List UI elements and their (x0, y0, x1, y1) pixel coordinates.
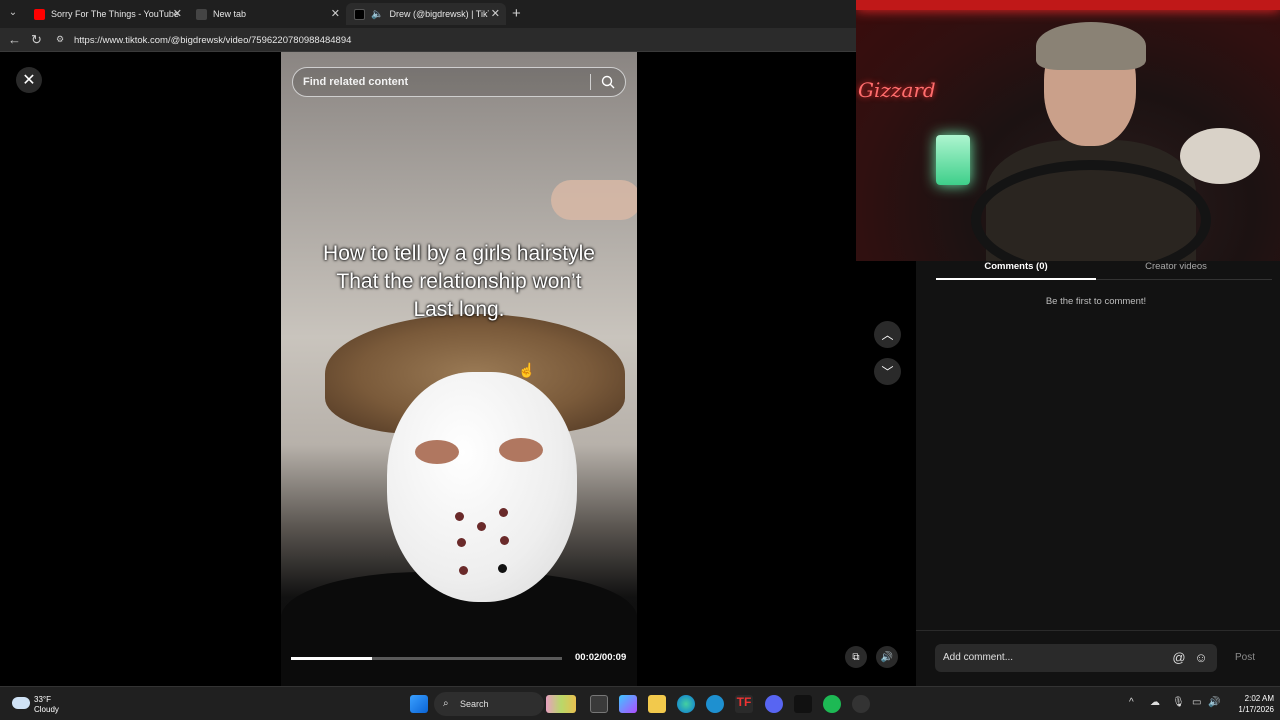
search-highlight-icon (546, 695, 576, 713)
spotify-icon[interactable] (823, 695, 841, 713)
video-timestamp: 00:02/00:09 (575, 652, 627, 663)
webcam-person-cap (1036, 22, 1146, 70)
mask-eye (499, 438, 543, 462)
comment-input[interactable]: Add comment... @ ☺ (935, 644, 1217, 672)
copilot-icon[interactable] (619, 695, 637, 713)
video-progress-fill (291, 657, 373, 660)
cloud-icon[interactable] (12, 697, 30, 709)
chevron-down-icon[interactable]: ﹀ (874, 358, 901, 385)
edge-icon[interactable] (677, 695, 695, 713)
close-icon[interactable]: ✕ (16, 67, 42, 93)
caption-line: That the relationship won’t (336, 270, 582, 293)
mask-hole (477, 522, 486, 531)
empty-comments-message: Be the first to comment! (1045, 296, 1147, 307)
tab-new-tab[interactable]: New tab ✕ (188, 3, 346, 25)
caption-line: How to tell by a girls hairstyle (323, 242, 595, 265)
video-caption: How to tell by a girls hairstyle That th… (291, 240, 627, 324)
terminal-icon[interactable] (794, 695, 812, 713)
weather-widget[interactable]: 33°F Cloudy (34, 695, 59, 715)
file-explorer-icon[interactable] (648, 695, 666, 713)
webcam-overlay: Gizzard (856, 0, 1280, 261)
tiktok-icon (354, 8, 365, 20)
search-divider (590, 74, 591, 90)
video-player[interactable]: Find related content How to tell by a gi… (281, 52, 637, 686)
mask-hole (457, 538, 466, 547)
tab-list-chevron-icon[interactable]: ⌄ (6, 7, 20, 21)
mention-icon[interactable]: @ (1171, 650, 1187, 666)
reload-icon[interactable]: ↻ (31, 32, 42, 48)
video-progress-bar[interactable] (291, 657, 562, 660)
network-icon[interactable]: ▭ (1192, 697, 1201, 708)
task-view-icon[interactable] (590, 695, 608, 713)
close-tab-icon[interactable]: ✕ (173, 7, 182, 20)
mask-hole (455, 512, 464, 521)
close-tab-icon[interactable]: ✕ (331, 7, 340, 20)
mask-eye (415, 440, 459, 464)
chevron-up-icon[interactable]: ^ (1129, 697, 1134, 708)
tiktok-player-page: ✕ Find related content How to tell by a … (0, 52, 916, 686)
search-icon: ⌕ (443, 698, 449, 709)
tf-app-icon[interactable]: TF (735, 695, 753, 713)
video-hand (551, 180, 637, 220)
app-icon[interactable] (706, 695, 724, 713)
tab-tiktok[interactable]: 🔈 Drew (@bigdrewsk) | TikT ✕ (346, 3, 506, 25)
mouse-cursor-icon: ☝ (518, 362, 536, 378)
chevron-up-icon[interactable]: ︿ (874, 321, 901, 348)
comments-tabs: Comments (0) Creator videos (936, 258, 1272, 280)
mask-hole (498, 564, 507, 573)
tab-creator-videos[interactable]: Creator videos (1096, 261, 1256, 272)
speaker-icon[interactable]: 🔊 (1208, 697, 1220, 708)
mask-hole (499, 508, 508, 517)
taskbar-search[interactable]: ⌕ Search (434, 692, 576, 716)
back-arrow-icon[interactable]: ← (8, 32, 21, 47)
tab-youtube[interactable]: Sorry For The Things - YouTube ✕ (26, 3, 188, 25)
volume-icon[interactable]: 🔊 (876, 646, 898, 668)
video-hockey-mask (387, 372, 577, 602)
onedrive-icon[interactable]: ☁ (1150, 697, 1160, 708)
webcam-green-lamp (936, 135, 970, 185)
webcam-football (1180, 128, 1260, 184)
windows-taskbar: 33°F Cloudy ⌕ Search TF ^ ☁ 🎙 ▭ 🔊 2:02 A… (0, 686, 1280, 720)
caption-line: Last long. (413, 298, 505, 321)
close-tab-icon[interactable]: ✕ (491, 7, 500, 20)
site-info-icon[interactable]: ⚙ (56, 34, 68, 46)
comment-composer: Add comment... @ ☺ Post (916, 630, 1280, 686)
search-icon[interactable] (601, 75, 615, 89)
new-tab-favicon-icon (196, 8, 207, 20)
mask-hole (500, 536, 509, 545)
system-clock[interactable]: 2:02 AM 1/17/2026 (1226, 693, 1274, 715)
find-related-search[interactable]: Find related content (292, 67, 626, 97)
plus-icon[interactable]: + (512, 5, 521, 22)
settings-icon[interactable] (852, 695, 870, 713)
post-button[interactable]: Post (1235, 652, 1255, 663)
webcam-red-light (856, 0, 1280, 10)
youtube-icon (34, 8, 45, 20)
mask-hole (459, 566, 468, 575)
discord-icon[interactable] (765, 695, 783, 713)
windows-start-icon[interactable] (410, 695, 428, 713)
microphone-icon[interactable]: 🎙 (1172, 697, 1185, 708)
floating-player-icon[interactable]: ⧉ (845, 646, 867, 668)
active-tab-indicator (936, 278, 1096, 280)
emoji-icon[interactable]: ☺ (1193, 650, 1209, 666)
speaker-icon: 🔈 (371, 8, 384, 20)
webcam-neon-sign: Gizzard (858, 78, 936, 102)
tab-comments[interactable]: Comments (0) (936, 261, 1096, 272)
